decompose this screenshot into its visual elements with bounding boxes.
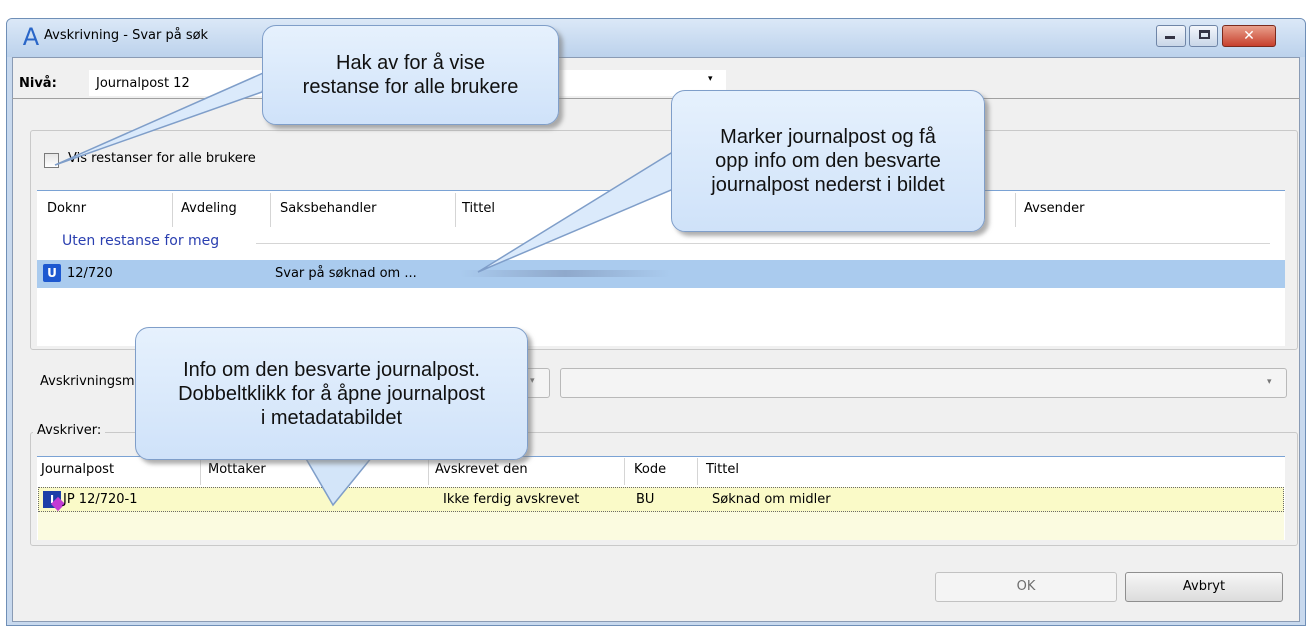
level-divider (12, 98, 1300, 99)
callout-select-journalpost: Marker journalpost og få opp info om den… (671, 90, 985, 232)
callout-line: Marker journalpost og få (720, 126, 936, 148)
level-dropdown-value: Journalpost 12 (96, 76, 190, 91)
column-divider[interactable] (172, 193, 173, 227)
avskrivningsmate-dropdown[interactable] (560, 368, 1287, 398)
window-title: Avskrivning - Svar på søk (44, 28, 209, 43)
column-header-doknr[interactable]: Doknr (47, 201, 86, 216)
group-header-line (256, 243, 1270, 244)
app-logo-icon: A (22, 23, 40, 51)
column-header-avskrevet-den[interactable]: Avskrevet den (435, 462, 528, 477)
chevron-down-icon[interactable]: ▾ (708, 74, 713, 84)
column-divider[interactable] (200, 458, 201, 485)
callout-line: Hak av for å vise (336, 52, 485, 74)
table-empty-area (38, 512, 1284, 540)
minimize-icon (1165, 36, 1175, 39)
ok-button[interactable]: OK (935, 572, 1117, 602)
column-divider[interactable] (270, 193, 271, 227)
show-all-users-label[interactable]: Vis restanser for alle brukere (68, 151, 256, 166)
chevron-down-icon[interactable]: ▾ (530, 376, 535, 386)
avskrivningsmate-label: Avskrivningsm (40, 374, 135, 389)
callout-line: restanse for alle brukere (302, 76, 519, 98)
row-doknr: 12/720 (67, 266, 113, 281)
redacted-text-blur (460, 270, 670, 277)
group-header-uten-restanse[interactable]: Uten restanse for meg (62, 233, 219, 249)
level-label: Nivå: (19, 76, 57, 91)
show-all-users-checkbox[interactable] (44, 153, 59, 168)
callout-line: i metadatabildet (260, 406, 403, 429)
callout-show-all-users: Hak av for å vise restanse for alle bruk… (262, 25, 559, 125)
callout-answered-info: Info om den besvarte journalpost. Dobbel… (135, 327, 528, 460)
column-header-journalpost[interactable]: Journalpost (41, 462, 114, 477)
row-avskrevet-den: Ikke ferdig avskrevet (443, 492, 580, 507)
column-header-saksbehandler[interactable]: Saksbehandler (280, 201, 376, 216)
maximize-icon (1199, 30, 1210, 39)
row-tittel: Søknad om midler (712, 492, 831, 507)
row-kode: BU (636, 492, 655, 507)
row-journalpost: JP 12/720-1 (63, 492, 138, 507)
callout-line: Info om den besvarte journalpost. (183, 358, 480, 381)
column-divider[interactable] (455, 193, 456, 227)
column-divider[interactable] (697, 458, 698, 485)
column-header-avsender[interactable]: Avsender (1024, 201, 1084, 216)
row-title: Svar på søknad om ... (275, 266, 417, 281)
column-header-kode[interactable]: Kode (634, 462, 666, 477)
avskriver-legend: Avskriver: (33, 423, 106, 438)
column-header-avdeling[interactable]: Avdeling (181, 201, 237, 216)
column-divider[interactable] (428, 458, 429, 485)
callout-line: journalpost nederst i bildet (711, 174, 945, 196)
chevron-down-icon[interactable]: ▾ (1267, 377, 1272, 387)
table-row-answered-journalpost[interactable] (38, 487, 1284, 512)
close-icon: ✕ (1243, 28, 1255, 44)
column-header-tittel[interactable]: Tittel (706, 462, 739, 477)
column-header-mottaker[interactable]: Mottaker (208, 462, 266, 477)
callout-line: Dobbeltklikk for å åpne journalpost (178, 382, 485, 405)
cancel-button[interactable]: Avbryt (1125, 572, 1283, 602)
column-header-tittel[interactable]: Tittel (462, 201, 495, 216)
column-divider[interactable] (1015, 193, 1016, 227)
column-divider[interactable] (624, 458, 625, 485)
callout-line: opp info om den besvarte (715, 150, 941, 172)
outgoing-document-icon: U (43, 264, 61, 282)
